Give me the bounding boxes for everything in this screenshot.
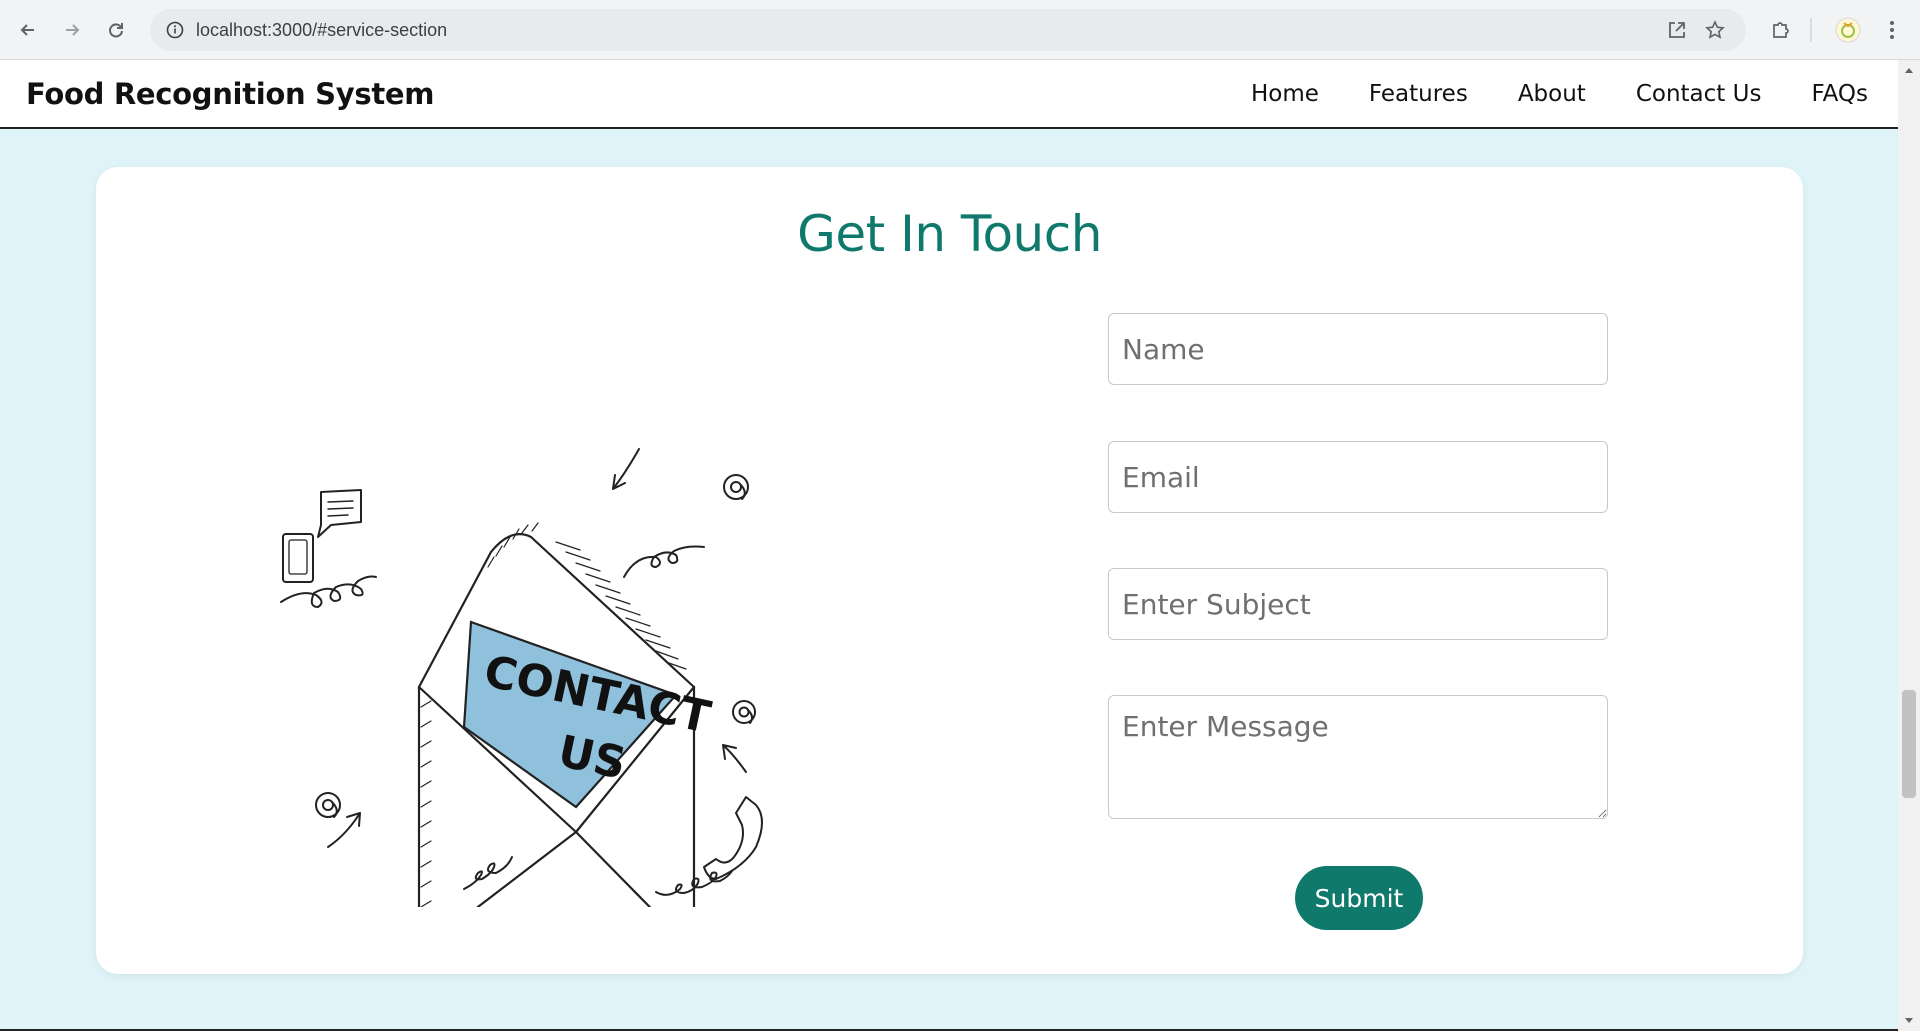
arrow-doodle — [612, 448, 640, 490]
nav-features[interactable]: Features — [1369, 81, 1468, 107]
telephone-handset-doodle — [703, 796, 763, 880]
message-field[interactable] — [1108, 695, 1608, 819]
submit-button[interactable]: Submit — [1295, 866, 1423, 930]
url-text: localhost:3000/#service-section — [196, 20, 448, 40]
back-arrow-icon[interactable] — [12, 14, 44, 46]
profile-avatar-icon[interactable] — [1832, 14, 1864, 46]
chat-bubble-doodle — [317, 489, 362, 538]
address-bar[interactable]: localhost:3000/#service-section — [150, 9, 1746, 51]
main-nav: Home Features About Contact Us FAQs — [1251, 81, 1868, 107]
scroll-down-arrow-icon[interactable] — [1904, 1017, 1914, 1025]
scrollbar-thumb[interactable] — [1902, 690, 1916, 798]
contact-envelope-illustration: CONTACT US — [280, 448, 763, 907]
subject-field[interactable] — [1108, 568, 1608, 640]
browser-menu-icon[interactable] — [1876, 14, 1908, 46]
email-field[interactable] — [1108, 441, 1608, 513]
contact-card: Get In Touch CONTACT US Name Email Enter… — [96, 167, 1803, 974]
page-scrollbar[interactable] — [1898, 60, 1920, 1031]
nav-home[interactable]: Home — [1251, 81, 1319, 107]
nav-faqs[interactable]: FAQs — [1811, 81, 1868, 107]
forward-arrow-icon[interactable] — [56, 14, 88, 46]
phone-doodle — [282, 533, 314, 583]
brand-title[interactable]: Food Recognition System — [26, 77, 434, 111]
contact-title: Get In Touch — [797, 205, 1102, 263]
browser-toolbar: localhost:3000/#service-section — [0, 0, 1920, 60]
site-info-icon[interactable] — [164, 19, 186, 41]
nav-about[interactable]: About — [1518, 81, 1586, 107]
reload-icon[interactable] — [100, 14, 132, 46]
bookmark-star-icon[interactable] — [1704, 19, 1726, 41]
name-field[interactable] — [1108, 313, 1608, 385]
extensions-puzzle-icon[interactable] — [1765, 14, 1797, 46]
nav-contact-us[interactable]: Contact Us — [1636, 81, 1762, 107]
open-in-new-icon[interactable] — [1666, 19, 1688, 41]
scroll-up-arrow-icon[interactable] — [1904, 66, 1914, 74]
site-header: Food Recognition System Home Features Ab… — [0, 60, 1898, 129]
toolbar-divider — [1810, 18, 1812, 42]
